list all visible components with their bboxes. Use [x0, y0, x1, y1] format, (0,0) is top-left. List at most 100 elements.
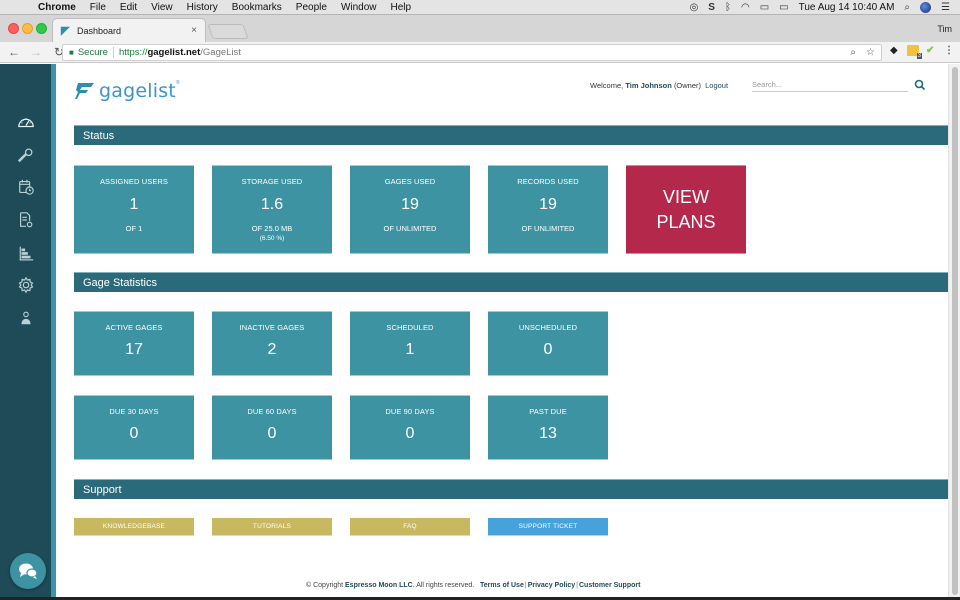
- menu-app-chrome[interactable]: Chrome: [38, 2, 76, 13]
- tile-unscheduled[interactable]: UNSCHEDULED 0: [488, 311, 608, 376]
- tile-label: GAGES USED: [384, 177, 436, 186]
- section-header-support: Support: [74, 479, 950, 499]
- layers-extension-icon[interactable]: ◆: [890, 45, 898, 56]
- chrome-menu-icon[interactable]: ⋮: [944, 45, 954, 56]
- document-gear-icon[interactable]: [15, 210, 37, 230]
- customer-support-link[interactable]: Customer Support: [579, 582, 640, 589]
- faq-button[interactable]: FAQ: [350, 518, 470, 536]
- menu-bookmarks[interactable]: Bookmarks: [232, 2, 282, 13]
- forward-arrow-icon[interactable]: →: [30, 45, 42, 59]
- address-bar[interactable]: ■ Secure https:// gagelist.net /GageList…: [62, 44, 882, 61]
- menu-window[interactable]: Window: [341, 2, 377, 13]
- tile-label: UNSCHEDULED: [518, 323, 578, 332]
- speedometer-icon[interactable]: [15, 112, 37, 132]
- scrollbar-thumb[interactable]: [952, 67, 958, 595]
- tile-past-due[interactable]: PAST DUE 13: [488, 395, 608, 460]
- tile-due-30-days[interactable]: DUE 30 DAYS 0: [74, 395, 194, 460]
- rights-text: . All rights reserved.: [412, 582, 475, 589]
- user-icon[interactable]: [15, 308, 37, 328]
- secure-label: Secure: [77, 47, 108, 58]
- divider: [112, 47, 114, 58]
- skype-icon[interactable]: S: [708, 2, 715, 13]
- back-arrow-icon[interactable]: ←: [8, 45, 20, 59]
- app-sidebar: [0, 64, 51, 600]
- tile-value: 0: [543, 341, 553, 358]
- window-minimize-button[interactable]: [22, 23, 33, 34]
- creative-cloud-icon[interactable]: ◎: [690, 2, 699, 13]
- notification-center-icon[interactable]: ☰: [941, 2, 950, 13]
- new-tab-button[interactable]: [207, 24, 249, 39]
- clock[interactable]: Tue Aug 14 10:40 AM: [799, 2, 895, 13]
- chat-bubbles-icon[interactable]: [10, 553, 46, 589]
- tile-records-used: RECORDS USED 19 OF UNLIMITED: [488, 165, 608, 254]
- tutorials-button[interactable]: TUTORIALS: [212, 518, 332, 536]
- tile-gages-used: GAGES USED 19 OF UNLIMITED: [350, 165, 470, 254]
- tile-value: 19: [401, 196, 419, 213]
- divider: |: [524, 582, 527, 589]
- browser-toolbar: ← → ↻ ■ Secure https:// gagelist.net /Ga…: [0, 42, 960, 63]
- menu-edit[interactable]: Edit: [120, 2, 137, 13]
- browser-tab-dashboard[interactable]: ◤ Dashboard ×: [52, 18, 206, 42]
- tile-value: 17: [125, 341, 143, 358]
- menu-file[interactable]: File: [90, 2, 106, 13]
- bar-chart-icon[interactable]: [15, 243, 37, 263]
- tab-close-icon[interactable]: ×: [191, 25, 197, 36]
- welcome-prefix: Welcome,: [590, 81, 624, 90]
- support-ticket-button[interactable]: SUPPORT TICKET: [488, 518, 608, 536]
- gagelist-logo[interactable]: gagelist ®: [74, 80, 180, 102]
- window-close-button[interactable]: [8, 23, 19, 34]
- view-plans-button[interactable]: VIEW PLANS: [626, 165, 746, 254]
- terms-of-use-link[interactable]: Terms of Use: [480, 582, 524, 589]
- copyright-prefix: © Copyright: [306, 582, 344, 589]
- window-zoom-button[interactable]: [36, 23, 47, 34]
- section-header-status: Status: [74, 125, 950, 145]
- airplay-icon[interactable]: ▭: [760, 2, 769, 13]
- bookmark-star-icon[interactable]: ☆: [866, 47, 875, 58]
- tile-value: 0: [129, 425, 139, 442]
- menu-view[interactable]: View: [151, 2, 173, 13]
- tile-active-gages[interactable]: ACTIVE GAGES 17: [74, 311, 194, 376]
- bluetooth-icon[interactable]: ᛒ: [725, 2, 731, 13]
- tile-storage-used: STORAGE USED 1.6 OF 25.0 MB (6.50 %): [212, 165, 332, 254]
- profile-name[interactable]: Tim: [937, 24, 952, 34]
- tile-label: PAST DUE: [529, 407, 567, 416]
- menu-history[interactable]: History: [187, 2, 218, 13]
- sticky-notes-extension-icon[interactable]: 3: [907, 45, 922, 59]
- logout-link[interactable]: Logout: [705, 81, 728, 90]
- siri-icon[interactable]: [920, 1, 932, 13]
- wifi-icon[interactable]: ◠: [741, 2, 750, 13]
- menu-help[interactable]: Help: [391, 2, 412, 13]
- caliper-icon[interactable]: [15, 145, 37, 165]
- checkmark-extension-icon[interactable]: ✔: [926, 45, 934, 56]
- section-title: Support: [83, 483, 122, 496]
- main-content: gagelist ® Welcome, Tim Johnson (Owner) L…: [56, 64, 950, 600]
- battery-icon[interactable]: ▭: [779, 2, 788, 13]
- privacy-policy-link[interactable]: Privacy Policy: [528, 582, 575, 589]
- zoom-magnifier-icon[interactable]: ⌕: [850, 47, 856, 58]
- logo-registered: ®: [175, 80, 180, 86]
- browser-tab-strip: ◤ Dashboard × Tim: [0, 15, 960, 42]
- tile-due-60-days[interactable]: DUE 60 DAYS 0: [212, 395, 332, 460]
- extension-badge: 3: [916, 53, 922, 59]
- tile-scheduled[interactable]: SCHEDULED 1: [350, 311, 470, 376]
- search-icon[interactable]: [914, 79, 926, 91]
- gagelist-logo-mark-icon: [75, 83, 94, 99]
- view-plans-line2: PLANS: [656, 212, 716, 232]
- url-path: /GageList: [200, 47, 241, 58]
- tile-value: 13: [539, 425, 557, 442]
- knowledgebase-button[interactable]: KNOWLEDGEBASE: [74, 518, 194, 536]
- calendar-clock-icon[interactable]: [15, 177, 37, 197]
- tile-label: ACTIVE GAGES: [105, 323, 163, 332]
- tile-label: INACTIVE GAGES: [239, 323, 305, 332]
- spotlight-search-icon[interactable]: ⌕: [904, 2, 910, 13]
- url-host: gagelist.net: [147, 47, 201, 58]
- tile-inactive-gages[interactable]: INACTIVE GAGES 2: [212, 311, 332, 376]
- search-input[interactable]: [752, 77, 908, 92]
- logo-text: gagelist: [99, 80, 176, 102]
- menu-people[interactable]: People: [296, 2, 327, 13]
- tile-due-90-days[interactable]: DUE 90 DAYS 0: [350, 395, 470, 460]
- gear-icon[interactable]: [15, 275, 37, 295]
- page-scrollbar[interactable]: [948, 64, 960, 600]
- divider: |: [576, 582, 578, 589]
- tile-label: SCHEDULED: [386, 323, 434, 332]
